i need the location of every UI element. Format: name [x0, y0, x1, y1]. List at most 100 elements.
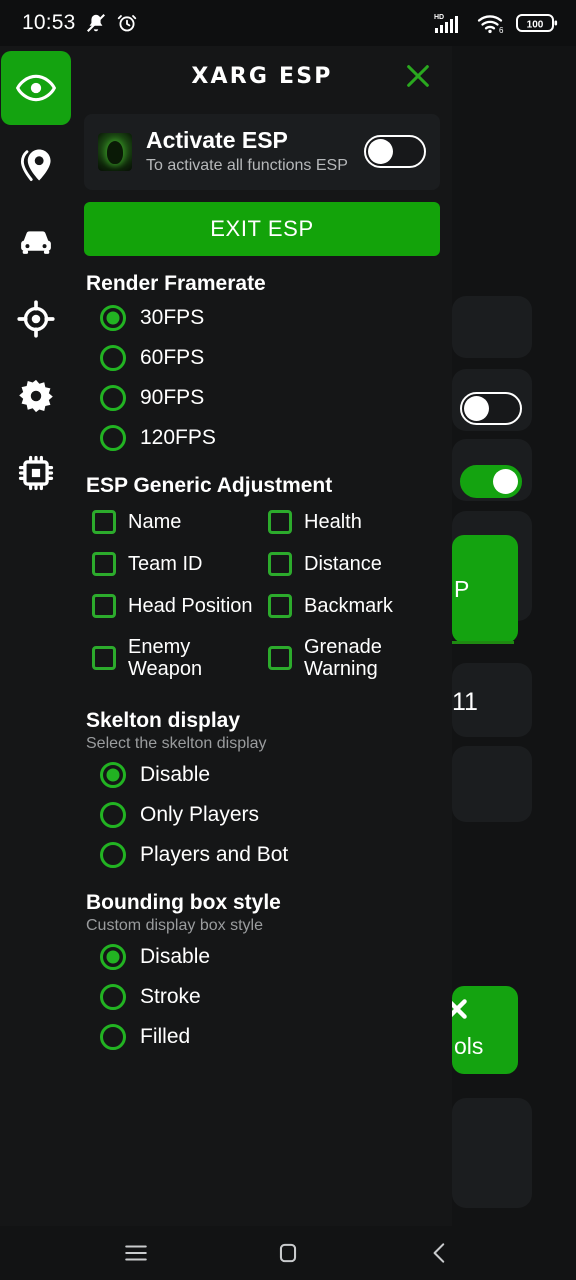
home-button[interactable]	[260, 1231, 316, 1275]
background-green-button[interactable]: ols	[452, 986, 518, 1074]
settings-sections: Render Framerate 30FPS 60FPS 90FPS 120FPS ESP…	[72, 256, 452, 1057]
radio-unselected-icon[interactable]	[100, 1023, 126, 1050]
sidebar-item-vehicle[interactable]	[0, 203, 72, 280]
sidebar-item-esp[interactable]	[1, 51, 71, 125]
checkbox-option-label: Team ID	[128, 552, 203, 575]
activate-esp-toggle[interactable]	[364, 135, 426, 169]
panel-body: Activate ESP To activate all functions E…	[72, 114, 452, 1083]
left-rail	[0, 46, 72, 1226]
checkbox-unchecked-icon[interactable]	[92, 509, 116, 534]
activate-esp-text: Activate ESP To activate all functions E…	[146, 127, 350, 176]
checkbox-option-label: Enemy Weapon	[128, 635, 203, 681]
radio-selected-icon[interactable]	[100, 304, 126, 331]
checkbox-unchecked-icon[interactable]	[92, 593, 116, 618]
activate-esp-subtitle: To activate all functions ESP	[146, 157, 348, 175]
background-green-button[interactable]: P	[452, 535, 518, 643]
recents-button[interactable]	[108, 1231, 164, 1275]
radio-option[interactable]: Disable	[72, 937, 452, 977]
checkbox-unchecked-icon[interactable]	[268, 551, 292, 576]
radio-option[interactable]: Stroke	[72, 977, 452, 1017]
page-title: XARG ESP	[191, 63, 333, 89]
section-heading: ESP Generic Adjustment	[86, 473, 333, 497]
radio-unselected-icon[interactable]	[100, 384, 126, 411]
toggle-knob	[493, 469, 518, 494]
radio-option[interactable]: Players and Bot	[72, 835, 452, 875]
checkbox-option-label: Backmark	[304, 594, 393, 617]
checkbox-option-label: Grenade Warning	[304, 635, 382, 681]
radio-option-label: Only Players	[140, 802, 260, 826]
eye-icon	[16, 74, 56, 102]
radio-selected-icon[interactable]	[100, 761, 126, 788]
background-card	[452, 296, 532, 358]
checkbox-option-label: Health	[304, 510, 362, 533]
sidebar-item-memory[interactable]	[0, 434, 72, 511]
radio-option[interactable]: 90FPS	[72, 378, 452, 418]
checkbox-option-label: Distance	[304, 552, 382, 575]
home-icon	[279, 1243, 297, 1263]
background-divider	[452, 641, 514, 644]
radio-option-label: 120FPS	[140, 425, 216, 449]
alarm-icon	[117, 15, 136, 32]
checkbox-option[interactable]: Head Position	[92, 586, 268, 626]
checkbox-unchecked-icon[interactable]	[268, 646, 292, 671]
checkbox-unchecked-icon[interactable]	[92, 646, 116, 671]
checkbox-option[interactable]: Name	[92, 502, 268, 542]
panel-bottom-spacer	[72, 1057, 452, 1083]
radio-unselected-icon[interactable]	[100, 801, 126, 828]
radio-unselected-icon[interactable]	[100, 424, 126, 451]
checkbox-option[interactable]: Grenade Warning	[268, 628, 444, 689]
checkbox-option[interactable]: Health	[268, 502, 444, 542]
cpu-chip-icon	[18, 455, 54, 490]
section-heading: Bounding box style	[86, 890, 281, 914]
checkbox-option-label: Name	[128, 510, 182, 533]
activate-esp-card[interactable]: Activate ESP To activate all functions E…	[84, 114, 440, 190]
radio-selected-icon[interactable]	[100, 943, 126, 970]
radio-option-label: Disable	[140, 944, 211, 968]
section-subheading: Custom display box style	[86, 916, 263, 934]
radio-unselected-icon[interactable]	[100, 983, 126, 1010]
background-card	[452, 746, 532, 822]
status-bar: 10:53 HD 6 100	[0, 0, 576, 46]
checkbox-option[interactable]: Distance	[268, 544, 444, 584]
radio-option[interactable]: Disable	[72, 755, 452, 795]
checkbox-unchecked-icon[interactable]	[268, 509, 292, 534]
radio-option-label: 90FPS	[140, 385, 205, 409]
radio-option[interactable]: 60FPS	[72, 338, 452, 378]
checkbox-option[interactable]: Team ID	[92, 544, 268, 584]
background-card	[452, 1098, 532, 1208]
checkbox-unchecked-icon[interactable]	[92, 551, 116, 576]
back-icon	[433, 1243, 445, 1263]
sidebar-item-location[interactable]	[0, 126, 72, 203]
radio-option-label: Disable	[140, 762, 211, 786]
sidebar-item-aimbot[interactable]	[0, 280, 72, 357]
radio-option[interactable]: Filled	[72, 1017, 452, 1057]
sidebar-item-settings[interactable]	[0, 357, 72, 434]
radio-option-label: Filled	[140, 1024, 191, 1048]
radio-unselected-icon[interactable]	[100, 841, 126, 868]
recents-icon	[125, 1245, 147, 1261]
status-clock: 10:53	[22, 11, 76, 34]
checkbox-option[interactable]: Backmark	[268, 586, 444, 626]
radio-option[interactable]: Only Players	[72, 795, 452, 835]
close-icon	[407, 65, 429, 87]
back-button[interactable]	[412, 1231, 468, 1275]
app-logo-icon	[98, 132, 132, 171]
svg-text:100: 100	[527, 20, 544, 31]
phone-screen: Pols 11 10:53 HD 6 100 XARG ESP Activate…	[0, 0, 576, 1280]
exit-esp-button[interactable]: EXIT ESP	[84, 201, 440, 256]
section-subheading: Select the skelton display	[86, 734, 267, 752]
radio-option[interactable]: 120FPS	[72, 418, 452, 458]
background-toggle[interactable]	[460, 465, 522, 498]
section-heading: Render Framerate	[86, 271, 266, 295]
background-button-label: P	[454, 575, 470, 602]
close-button[interactable]	[402, 60, 434, 92]
toggle-knob	[464, 396, 489, 421]
radio-unselected-icon[interactable]	[100, 344, 126, 371]
checkbox-option[interactable]: Enemy Weapon	[92, 628, 268, 689]
radio-option[interactable]: 30FPS	[72, 298, 452, 338]
location-pin-icon	[20, 148, 51, 181]
status-bar-left: 10:53	[22, 11, 138, 35]
radio-option-label: Stroke	[140, 984, 201, 1008]
checkbox-unchecked-icon[interactable]	[268, 593, 292, 618]
background-toggle[interactable]	[460, 392, 522, 425]
